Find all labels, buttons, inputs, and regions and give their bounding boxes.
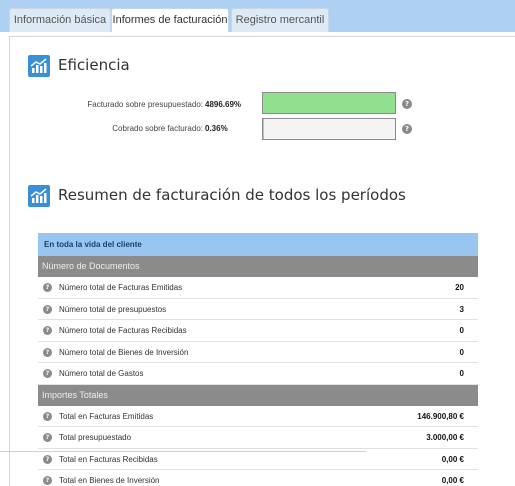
help-icon[interactable]: ? bbox=[402, 124, 412, 134]
table-row: ? Número total de presupuestos 3 bbox=[38, 298, 478, 320]
row-label: Número total de presupuestos bbox=[59, 304, 167, 314]
help-icon[interactable]: ? bbox=[43, 304, 52, 314]
row-value: 0 bbox=[459, 347, 464, 357]
row-value: 3 bbox=[459, 304, 464, 314]
summary-title: Resumen de facturación de todos los perí… bbox=[58, 186, 406, 204]
summary-table: En toda la vida del cliente Número de Do… bbox=[38, 233, 478, 486]
row-value: 20 bbox=[455, 283, 464, 292]
efficiency-label: Cobrado sobre facturado: bbox=[112, 124, 203, 133]
row-label: Total en Bienes de Inversión bbox=[59, 476, 160, 485]
row-label: Número total de Facturas Emitidas bbox=[59, 283, 183, 292]
help-icon[interactable]: ? bbox=[43, 347, 52, 357]
help-icon[interactable]: ? bbox=[43, 369, 52, 378]
row-value: 0,00 € bbox=[441, 476, 464, 485]
row-value: 3.000,00 € bbox=[426, 433, 464, 442]
help-icon[interactable]: ? bbox=[43, 411, 52, 421]
row-value: 0 bbox=[459, 369, 464, 378]
tab-informes-facturacion[interactable]: Informes de facturación bbox=[111, 8, 229, 33]
efficiency-title: Eficiencia bbox=[58, 56, 130, 74]
efficiency-value: 4896.69% bbox=[205, 100, 242, 109]
bar-chart-icon bbox=[28, 185, 50, 207]
tab-panel: Eficiencia Facturado sobre presupuestado… bbox=[0, 32, 515, 486]
efficiency-label: Facturado sobre presupuestado: bbox=[87, 100, 203, 109]
bar-chart-icon bbox=[28, 55, 50, 77]
tab-registro-mercantil[interactable]: Registro mercantil bbox=[231, 8, 329, 32]
horizontal-scrollbar[interactable] bbox=[0, 451, 366, 452]
row-value: 0,00 € bbox=[441, 454, 464, 464]
help-icon[interactable]: ? bbox=[402, 99, 412, 109]
group-header: Importes Totales bbox=[38, 384, 478, 406]
table-row: ? Número total de Facturas Emitidas 20 bbox=[38, 277, 478, 299]
help-icon[interactable]: ? bbox=[43, 283, 52, 292]
efficiency-value: 0.36% bbox=[205, 124, 228, 133]
help-icon[interactable]: ? bbox=[43, 433, 52, 442]
row-label: Número total de Bienes de Inversión bbox=[59, 347, 189, 357]
table-row: ? Total en Bienes de Inversión 0,00 € bbox=[38, 470, 478, 486]
row-label: Total presupuestado bbox=[59, 433, 132, 442]
table-row: ? Total en Facturas Emitidas 146.900,80 € bbox=[38, 405, 478, 427]
table-row: ? Número total de Bienes de Inversión 0 bbox=[38, 341, 478, 363]
progress-fill bbox=[263, 93, 395, 113]
tab-bar: Información básica Informes de facturaci… bbox=[0, 0, 515, 33]
help-icon[interactable]: ? bbox=[43, 476, 52, 485]
row-label: Número total de Facturas Recibidas bbox=[59, 326, 187, 335]
help-icon[interactable]: ? bbox=[43, 454, 52, 464]
efficiency-progress-bar bbox=[262, 118, 396, 140]
table-header: En toda la vida del cliente bbox=[38, 233, 478, 256]
table-row: ? Número total de Gastos 0 bbox=[38, 363, 478, 385]
row-label: Total en Facturas Emitidas bbox=[59, 411, 154, 421]
table-row: ? Número total de Facturas Recibidas 0 bbox=[38, 320, 478, 342]
help-icon[interactable]: ? bbox=[43, 326, 52, 335]
tab-informacion-basica[interactable]: Información básica bbox=[9, 8, 111, 32]
row-label: Número total de Gastos bbox=[59, 369, 144, 378]
row-value: 0 bbox=[459, 326, 464, 335]
efficiency-progress-bar bbox=[262, 92, 396, 114]
row-value: 146.900,80 € bbox=[417, 411, 464, 421]
group-header: Número de Documentos bbox=[38, 256, 478, 277]
table-row: ? Total presupuestado 3.000,00 € bbox=[38, 427, 478, 449]
